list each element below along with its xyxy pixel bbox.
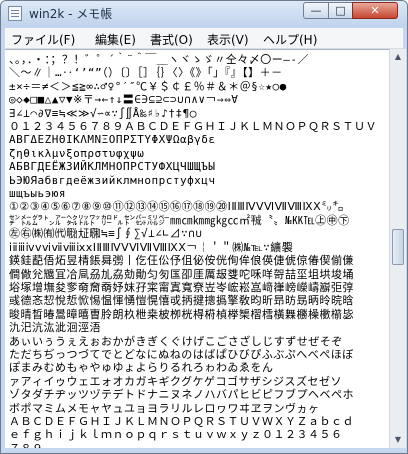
notepad-window: win2k - メモ帳 — □ ✕ ファイル(F) 編集(E) 書式(O) 表示… bbox=[0, 0, 408, 454]
text-editor-area[interactable]: 、。，．・：；？！゛゜´｀¨＾￣＿ヽヾゝゞ〃仝々〆〇ー―‐／ ＼～∥｜…‥‘’“… bbox=[5, 49, 389, 449]
menu-bar: ファイル(F) 編集(E) 書式(O) 表示(V) ヘルプ(H) bbox=[5, 28, 403, 49]
title-bar[interactable]: win2k - メモ帳 — □ ✕ bbox=[1, 1, 407, 27]
menu-file[interactable]: ファイル(F) bbox=[11, 31, 75, 48]
close-button[interactable]: ✕ bbox=[352, 2, 398, 19]
menu-format[interactable]: 書式(O) bbox=[150, 31, 193, 48]
scrollbar-thumb[interactable] bbox=[392, 229, 404, 265]
scroll-down-arrow-icon[interactable]: ▼ bbox=[390, 432, 406, 448]
window-bottom-edge bbox=[5, 448, 403, 452]
vertical-scrollbar[interactable]: ▲ ▼ bbox=[389, 49, 406, 448]
menu-help[interactable]: ヘルプ(H) bbox=[263, 31, 317, 48]
maximize-button[interactable]: □ bbox=[328, 2, 353, 19]
document-text[interactable]: 、。，．・：；？！゛゜´｀¨＾￣＿ヽヾゝゞ〃仝々〆〇ー―‐／ ＼～∥｜…‥‘’“… bbox=[5, 50, 389, 449]
notepad-icon[interactable] bbox=[8, 6, 22, 21]
window-title: win2k - メモ帳 bbox=[29, 7, 113, 21]
menu-view[interactable]: 表示(V) bbox=[207, 31, 249, 48]
scroll-up-arrow-icon[interactable]: ▲ bbox=[390, 49, 406, 65]
menu-edit[interactable]: 編集(E) bbox=[95, 31, 136, 48]
minimize-button[interactable]: — bbox=[303, 2, 329, 19]
